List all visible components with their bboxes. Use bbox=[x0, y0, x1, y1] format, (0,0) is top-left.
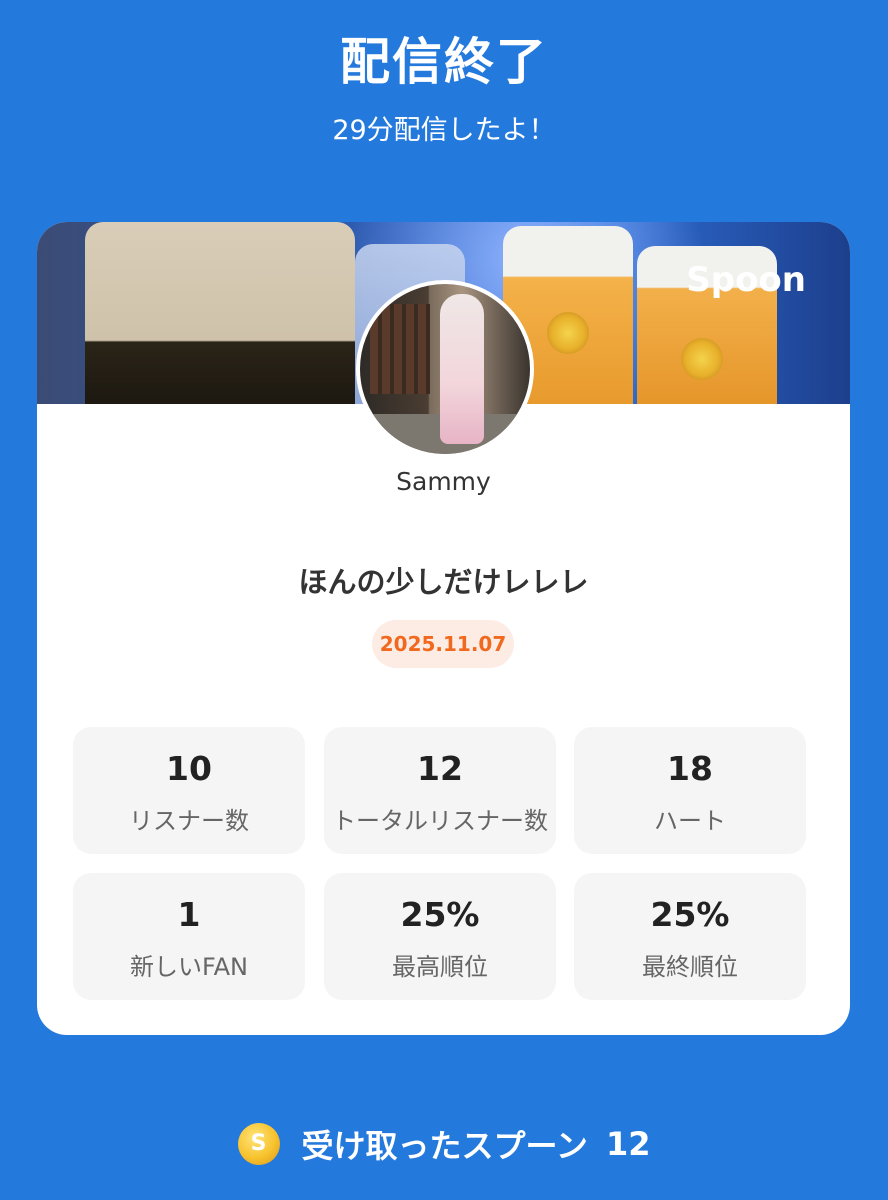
date-badge: 2025.11.07 bbox=[372, 620, 514, 668]
stat-label: リスナー数 bbox=[129, 807, 249, 835]
stat-hearts: 18 ハート bbox=[574, 727, 806, 854]
stat-label: 最高順位 bbox=[392, 953, 488, 981]
stat-label: ハート bbox=[654, 807, 726, 835]
banner-hop-logo bbox=[681, 338, 723, 380]
banner-glass bbox=[85, 222, 355, 404]
page-title: 配信終了 bbox=[340, 33, 548, 91]
stat-value: 25% bbox=[400, 895, 480, 934]
received-spoons: S 受け取ったスプーン 12 bbox=[0, 1120, 888, 1168]
stat-label: 新しいFAN bbox=[130, 953, 248, 981]
spoon-logo: Spoon bbox=[686, 260, 806, 300]
broadcast-summary-card: Spoon Sammy ほんの少しだけレレレ 2025.11.07 10 リスナ… bbox=[37, 222, 850, 1035]
stat-value: 25% bbox=[650, 895, 730, 934]
stat-listeners: 10 リスナー数 bbox=[73, 727, 305, 854]
stat-value: 18 bbox=[667, 749, 713, 788]
avatar[interactable] bbox=[356, 280, 534, 458]
banner-hop-logo bbox=[547, 312, 589, 354]
stat-value: 10 bbox=[166, 749, 212, 788]
stat-final-rank: 25% 最終順位 bbox=[574, 873, 806, 1000]
stat-new-fans: 1 新しいFAN bbox=[73, 873, 305, 1000]
stat-highest-rank: 25% 最高順位 bbox=[324, 873, 556, 1000]
stat-label: トータルリスナー数 bbox=[332, 807, 548, 835]
stat-value: 12 bbox=[417, 749, 463, 788]
stat-label: 最終順位 bbox=[642, 953, 738, 981]
stream-title: ほんの少しだけレレレ bbox=[298, 565, 589, 599]
stat-value: 1 bbox=[177, 895, 201, 934]
stream-duration: 29分配信したよ！ bbox=[332, 115, 556, 146]
username: Sammy bbox=[396, 467, 491, 496]
spoon-coin-icon: S bbox=[237, 1123, 280, 1165]
received-spoons-label: 受け取ったスプーン bbox=[301, 1127, 588, 1165]
received-spoons-count: 12 bbox=[605, 1125, 651, 1163]
stat-total-listeners: 12 トータルリスナー数 bbox=[324, 727, 556, 854]
